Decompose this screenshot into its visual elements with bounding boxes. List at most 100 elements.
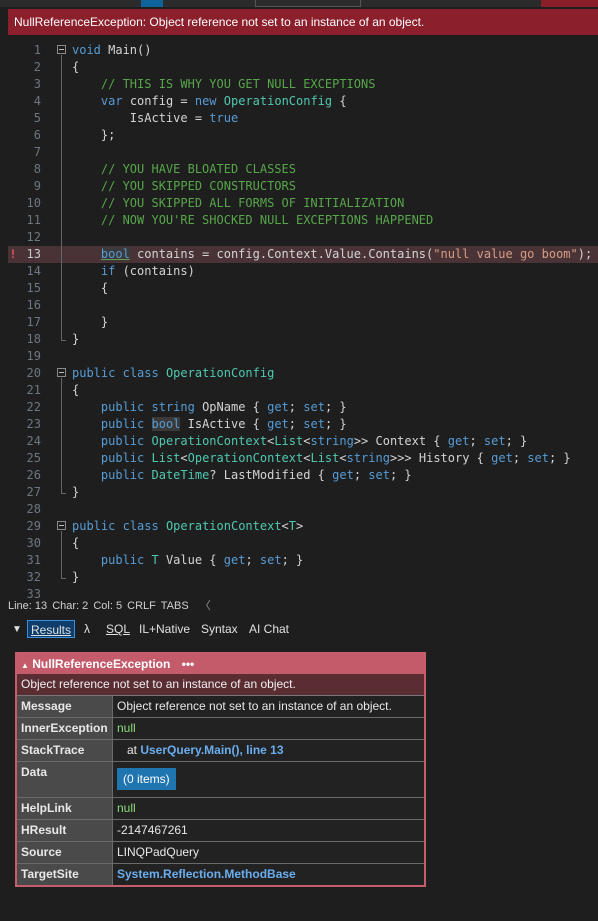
- code-line[interactable]: 21 {: [8, 382, 598, 399]
- code-text: }: [72, 570, 80, 584]
- fold-toggle-icon[interactable]: [57, 45, 66, 54]
- code-line[interactable]: 32}: [8, 569, 598, 586]
- code-line[interactable]: 31 public T Value { get; set; }: [8, 552, 598, 569]
- row-key: HelpLink: [17, 798, 113, 819]
- fold-toggle-icon[interactable]: [57, 368, 66, 377]
- tab-sql[interactable]: SQL: [106, 620, 130, 638]
- tab-syntax[interactable]: Syntax: [201, 620, 238, 638]
- row-key: Source: [17, 842, 113, 863]
- more-options-icon[interactable]: •••: [182, 657, 195, 671]
- collapse-arrow-icon[interactable]: 〈: [200, 600, 211, 612]
- line-number: 32: [26, 570, 41, 584]
- code-line[interactable]: 19: [8, 348, 598, 365]
- code-line[interactable]: 20 public class OperationConfig: [8, 365, 598, 382]
- code-text: // YOU SKIPPED CONSTRUCTORS: [100, 179, 296, 193]
- status-indent: TABS: [160, 600, 189, 612]
- fold-toggle-icon[interactable]: [57, 521, 66, 530]
- code-text: public bool IsActive { get; set; }: [100, 417, 347, 431]
- code-text: }: [72, 332, 80, 346]
- line-number: 21: [26, 383, 41, 397]
- line-number: 23: [26, 417, 41, 431]
- results-panel: ▲ NullReferenceException ••• Object refe…: [0, 641, 598, 921]
- fold-guide-end: [61, 578, 66, 579]
- line-number: 30: [26, 536, 41, 550]
- code-line[interactable]: ! 13 bool contains = config.Context.Value…: [8, 246, 598, 263]
- code-line[interactable]: 29 public class OperationContext<T>: [8, 518, 598, 535]
- line-number: 13: [26, 247, 41, 261]
- code-line[interactable]: 23 public bool IsActive { get; set; }: [8, 416, 598, 433]
- code-text: {: [72, 383, 80, 397]
- code-line[interactable]: 30 {: [8, 535, 598, 552]
- collapse-triangle-icon[interactable]: ▲: [21, 661, 29, 670]
- toolbar-active-button[interactable]: [141, 0, 163, 7]
- line-number: 10: [26, 196, 41, 210]
- code-line[interactable]: 8 // YOU HAVE BLOATED CLASSES: [8, 161, 598, 178]
- line-number: 31: [26, 553, 41, 567]
- code-line[interactable]: 1 void Main(): [8, 42, 598, 59]
- toolbar-dropdown[interactable]: [255, 0, 361, 7]
- code-line[interactable]: 17 }: [8, 314, 598, 331]
- table-row: Source LINQPadQuery: [17, 842, 424, 864]
- line-number: 16: [26, 298, 41, 312]
- code-line[interactable]: 16: [8, 297, 598, 314]
- code-line[interactable]: 15 {: [8, 280, 598, 297]
- code-line[interactable]: 12: [8, 229, 598, 246]
- row-key: Data: [17, 762, 113, 797]
- data-items-button[interactable]: (0 items): [117, 768, 176, 790]
- row-value: LINQPadQuery: [117, 845, 200, 859]
- line-number: 27: [26, 485, 41, 499]
- code-line[interactable]: 2{: [8, 59, 598, 76]
- code-line[interactable]: 6 };: [8, 127, 598, 144]
- code-text: public DateTime? LastModified { get; set…: [100, 468, 412, 482]
- editor-status-bar: Line: 13 Char: 2 Col: 5 CRLF TABS 〈: [8, 598, 598, 614]
- code-line[interactable]: 7: [8, 144, 598, 161]
- exception-header[interactable]: ▲ NullReferenceException •••: [17, 654, 424, 674]
- line-number: 11: [26, 213, 41, 227]
- code-line[interactable]: 27}: [8, 484, 598, 501]
- code-text: }: [72, 485, 80, 499]
- table-row: Message Object reference not set to an i…: [17, 696, 424, 718]
- row-key: Message: [17, 696, 113, 717]
- row-key: TargetSite: [17, 864, 113, 885]
- fold-guide-end: [61, 340, 66, 341]
- code-line[interactable]: 28: [8, 501, 598, 518]
- code-line[interactable]: 33: [8, 586, 598, 598]
- code-text: public class OperationConfig: [72, 366, 275, 380]
- target-site-link[interactable]: System.Reflection.MethodBase: [113, 864, 424, 885]
- line-number: 7: [33, 145, 41, 159]
- code-line[interactable]: 25 public List<OperationContext<List<str…: [8, 450, 598, 467]
- toolbar-stop-button[interactable]: [541, 0, 598, 7]
- code-line[interactable]: 14 if (contains): [8, 263, 598, 280]
- line-number: 5: [33, 111, 41, 125]
- code-line[interactable]: 22 public string OpName { get; set; }: [8, 399, 598, 416]
- code-line[interactable]: 3 // THIS IS WHY YOU GET NULL EXCEPTIONS: [8, 76, 598, 93]
- stack-trace-link[interactable]: UserQuery.Main(), line 13: [140, 743, 283, 757]
- row-value: -2147467261: [117, 823, 188, 837]
- collapse-panel-icon[interactable]: ▼: [12, 621, 22, 639]
- code-text: var config = new OperationConfig {: [100, 94, 347, 108]
- table-row: Data (0 items): [17, 762, 424, 798]
- tab-ai-chat[interactable]: AI Chat: [249, 620, 289, 638]
- code-text: if (contains): [100, 264, 195, 278]
- code-line[interactable]: 10 // YOU SKIPPED ALL FORMS OF INITIALIZ…: [8, 195, 598, 212]
- code-line[interactable]: 18}: [8, 331, 598, 348]
- fold-guide: [61, 55, 62, 340]
- table-row: HelpLink null: [17, 798, 424, 820]
- code-line[interactable]: 5 IsActive = true: [8, 110, 598, 127]
- exception-banner[interactable]: NullReferenceException: Object reference…: [8, 9, 598, 35]
- code-line[interactable]: 24 public OperationContext<List<string>>…: [8, 433, 598, 450]
- line-number: 6: [33, 128, 41, 142]
- table-row: StackTrace at UserQuery.Main(), line 13: [17, 740, 424, 762]
- code-line[interactable]: 26 public DateTime? LastModified { get; …: [8, 467, 598, 484]
- code-editor[interactable]: 1 void Main() 2{3 // THIS IS WHY YOU GET N…: [8, 37, 598, 598]
- line-number: 25: [26, 451, 41, 465]
- code-text: IsActive = true: [72, 111, 239, 125]
- code-line[interactable]: 11 // NOW YOU'RE SHOCKED NULL EXCEPTIONS…: [8, 212, 598, 229]
- top-toolbar-strip: [0, 0, 598, 7]
- tab-lambda[interactable]: λ: [84, 620, 90, 638]
- code-text: public List<OperationContext<List<string…: [100, 451, 571, 465]
- code-line[interactable]: 9 // YOU SKIPPED CONSTRUCTORS: [8, 178, 598, 195]
- code-line[interactable]: 4 var config = new OperationConfig {: [8, 93, 598, 110]
- tab-results[interactable]: Results: [27, 620, 76, 638]
- tab-il-native[interactable]: IL+Native: [139, 620, 190, 638]
